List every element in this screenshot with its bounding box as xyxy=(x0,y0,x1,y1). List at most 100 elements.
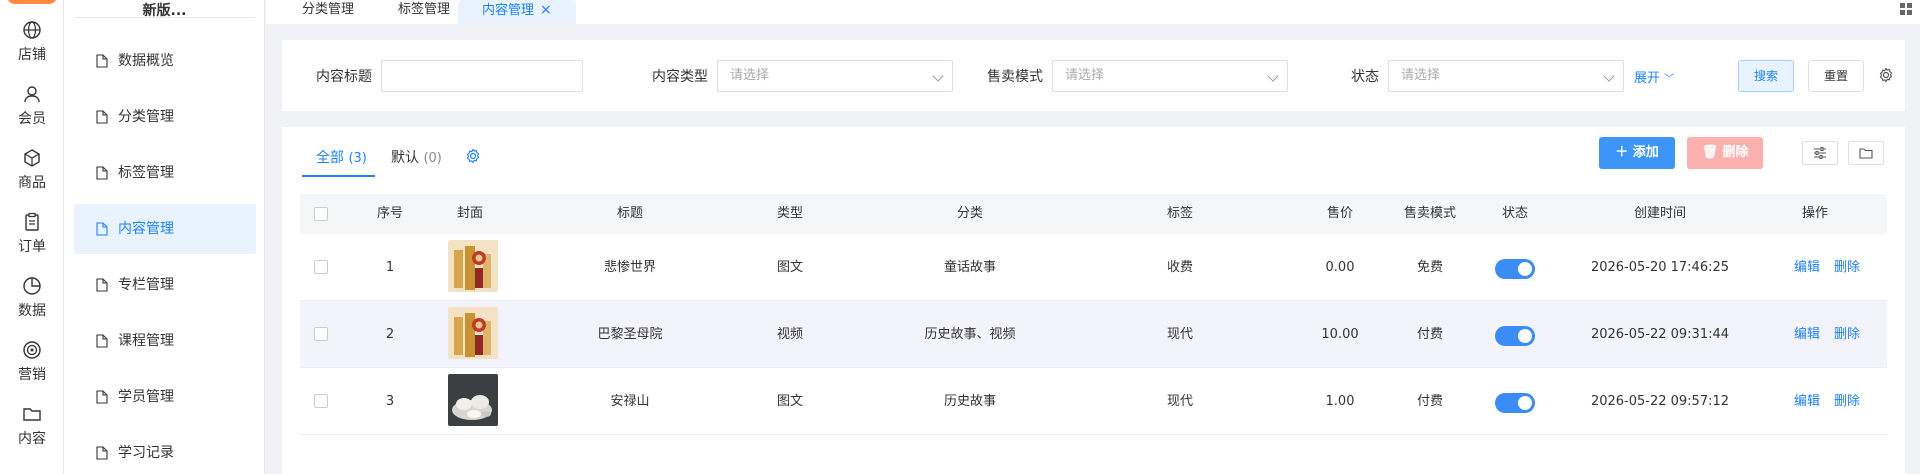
title-input[interactable] xyxy=(381,60,583,92)
add-label: 添加 xyxy=(1632,145,1659,160)
tab-all[interactable]: 全部 (3) xyxy=(316,147,367,167)
sidebar-item-courses[interactable]: 课程管理 xyxy=(74,316,256,366)
globe-icon xyxy=(23,21,41,39)
type-select[interactable]: 请选择 xyxy=(717,60,953,92)
filter-panel: 内容标题 内容类型 请选择 售卖模式 请选择 状态 请选择 展开 ﹀ 搜索 重置 xyxy=(282,40,1905,111)
active-tab-indicator xyxy=(302,175,375,177)
tab-all-label: 全部 xyxy=(316,150,344,166)
col-title: 标题 xyxy=(616,206,643,221)
document-icon xyxy=(96,278,108,292)
title-label: 内容标题 xyxy=(316,69,372,85)
sidebar-item-students[interactable]: 学员管理 xyxy=(74,372,256,422)
sidebar-item-categories[interactable]: 分类管理 xyxy=(74,92,256,142)
cover-image xyxy=(448,374,498,426)
content-table-card: 全部 (3) 默认 (0) ＋ 添加 🗑 删除 序号 封面 标题 类型 分类 标… xyxy=(282,127,1905,474)
delete-label: 删除 xyxy=(1722,145,1749,160)
sidebar-item-overview[interactable]: 数据概览 xyxy=(74,36,256,86)
delete-button[interactable]: 🗑 删除 xyxy=(1687,137,1763,169)
cell-category: 童话故事 xyxy=(943,260,996,275)
cell-price: 10.00 xyxy=(1321,327,1359,342)
select-all-checkbox[interactable] xyxy=(314,207,328,221)
sidebar-item-content[interactable]: 内容管理 xyxy=(74,204,256,254)
sidebar-item-label: 分类管理 xyxy=(118,109,174,125)
close-icon[interactable]: × xyxy=(540,2,552,18)
brand-badge xyxy=(7,0,57,4)
reset-button[interactable]: 重置 xyxy=(1808,60,1864,92)
type-label: 内容类型 xyxy=(652,69,708,85)
sidebar-item-label: 学习记录 xyxy=(118,445,174,461)
edit-link[interactable]: 编辑 xyxy=(1794,301,1820,368)
tab-tags[interactable]: 标签管理 xyxy=(398,0,450,24)
rail-item-data[interactable]: 数据 xyxy=(0,276,64,340)
col-index: 序号 xyxy=(376,206,403,221)
rail-label: 会员 xyxy=(18,111,46,127)
table-row: 1 悲惨世界 图文 童话故事 收费 0.00 免费 2026-05-20 17:… xyxy=(300,234,1887,301)
mode-select[interactable]: 请选择 xyxy=(1052,60,1288,92)
rail-item-content[interactable]: 内容 xyxy=(0,404,64,468)
sidebar-item-label: 课程管理 xyxy=(118,333,174,349)
delete-link[interactable]: 删除 xyxy=(1834,301,1860,368)
rail-item-products[interactable]: 商品 xyxy=(0,148,64,212)
sidebar-item-label: 学员管理 xyxy=(118,389,174,405)
folder-button[interactable] xyxy=(1848,141,1884,165)
sidebar-item-learning-records[interactable]: 学习记录 xyxy=(74,428,256,474)
col-ops: 操作 xyxy=(1801,206,1828,221)
cell-mode: 免费 xyxy=(1416,260,1443,275)
sliders-icon xyxy=(1814,147,1826,159)
tab-default-label: 默认 xyxy=(391,150,419,166)
page-tabs: 分类管理 标签管理 内容管理 × xyxy=(266,0,1920,24)
gear-icon[interactable] xyxy=(1878,67,1894,83)
delete-link[interactable]: 删除 xyxy=(1834,234,1860,301)
cell-created: 2026-05-20 17:46:25 xyxy=(1590,260,1730,275)
status-toggle[interactable] xyxy=(1495,326,1535,346)
rail-label: 营销 xyxy=(18,367,46,383)
mode-placeholder: 请选择 xyxy=(1065,68,1105,83)
cell-type: 图文 xyxy=(776,260,803,275)
cell-created: 2026-05-22 09:57:12 xyxy=(1590,394,1730,409)
cell-price: 0.00 xyxy=(1325,260,1355,275)
row-checkbox[interactable] xyxy=(314,394,328,408)
grid-icon[interactable] xyxy=(1900,3,1912,15)
edit-link[interactable]: 编辑 xyxy=(1794,368,1820,435)
col-status: 状态 xyxy=(1501,206,1528,221)
cell-index: 2 xyxy=(385,327,395,342)
document-icon xyxy=(96,54,108,68)
document-icon xyxy=(96,110,108,124)
rail-item-marketing[interactable]: 营销 xyxy=(0,340,64,404)
rail-item-orders[interactable]: 订单 xyxy=(0,212,64,276)
rail-label: 内容 xyxy=(18,431,46,447)
rail-item-members[interactable]: 会员 xyxy=(0,84,64,148)
add-button[interactable]: ＋ 添加 xyxy=(1599,137,1675,169)
delete-link[interactable]: 删除 xyxy=(1834,368,1860,435)
primary-nav-rail: 店铺 会员 商品 订单 数据 营销 内容 xyxy=(0,0,64,474)
tab-default[interactable]: 默认 (0) xyxy=(391,147,442,167)
sidebar-item-label: 专栏管理 xyxy=(118,277,174,293)
column-settings-button[interactable] xyxy=(1802,141,1838,165)
rail-item-shop[interactable]: 店铺 xyxy=(0,20,64,84)
col-cover: 封面 xyxy=(456,206,483,221)
cell-mode: 付费 xyxy=(1416,394,1443,409)
row-checkbox[interactable] xyxy=(314,327,328,341)
tab-content[interactable]: 内容管理 × xyxy=(458,0,576,24)
expand-link[interactable]: 展开 ﹀ xyxy=(1634,67,1674,86)
status-toggle[interactable] xyxy=(1495,259,1535,279)
sidebar-item-label: 标签管理 xyxy=(118,165,174,181)
trash-icon: 🗑 xyxy=(1701,145,1718,160)
cell-mode: 付费 xyxy=(1416,327,1443,342)
row-checkbox[interactable] xyxy=(314,260,328,274)
rail-label: 订单 xyxy=(18,239,46,255)
sidebar-item-columns[interactable]: 专栏管理 xyxy=(74,260,256,310)
edit-link[interactable]: 编辑 xyxy=(1794,234,1820,301)
document-icon xyxy=(96,446,108,460)
col-created: 创建时间 xyxy=(1633,206,1686,221)
status-toggle[interactable] xyxy=(1495,393,1535,413)
cover-image xyxy=(448,240,498,292)
tab-categories[interactable]: 分类管理 xyxy=(302,0,354,24)
cell-title: 巴黎圣母院 xyxy=(597,327,663,342)
cell-tag: 收费 xyxy=(1166,260,1193,275)
cover-thumbnail-art xyxy=(448,307,498,359)
search-button[interactable]: 搜索 xyxy=(1738,60,1794,92)
gear-icon[interactable] xyxy=(465,148,481,164)
sidebar-item-tags[interactable]: 标签管理 xyxy=(74,148,256,198)
status-select[interactable]: 请选择 xyxy=(1388,60,1624,92)
